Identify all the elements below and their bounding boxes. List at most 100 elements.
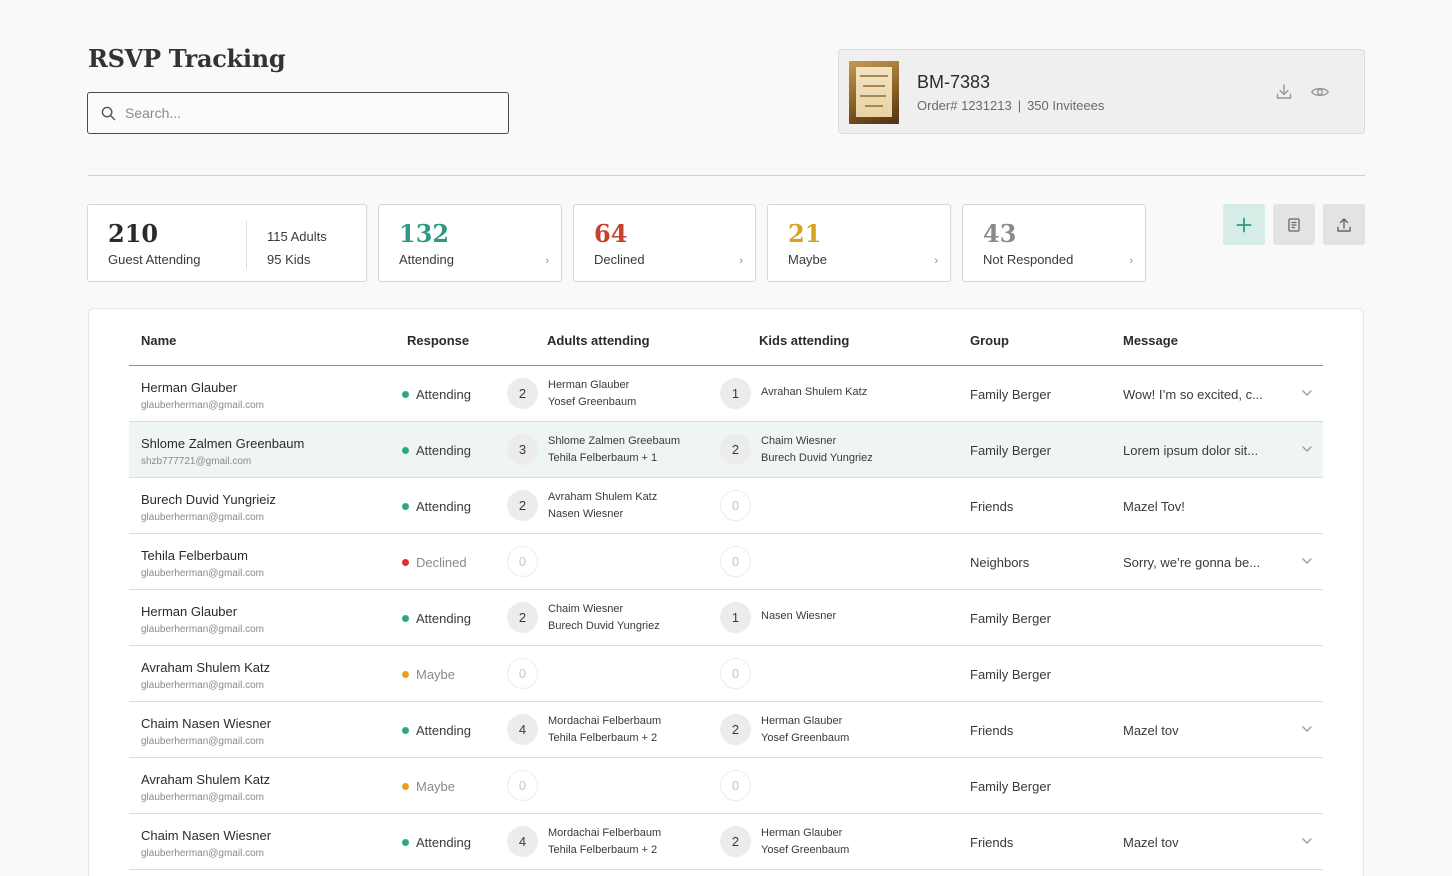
status-dot-icon [402,503,409,510]
chevron-down-icon[interactable] [1301,386,1313,400]
column-header-name[interactable]: Name [141,333,176,348]
eye-icon[interactable] [1310,82,1330,102]
guest-email: glauberherman@gmail.com [141,792,264,803]
status-dot-icon [402,447,409,454]
column-header-adults[interactable]: Adults attending [547,333,650,348]
response-label: Maybe [416,779,456,794]
adult-name: Avraham Shulem Katz [548,491,658,503]
guest-name: Avraham Shulem Katz [141,772,271,787]
adult-name: Tehila Felberbaum + 1 [548,452,658,464]
chevron-right-icon: › [934,255,938,267]
stat-divider [246,221,247,269]
kid-name: Chaim Wiesner [761,435,837,447]
search-icon [101,106,116,120]
response-label: Attending [416,611,471,626]
adults-count-badge: 0 [507,546,538,577]
adults-count-badge: 3 [507,434,538,465]
adults-count-badge: 0 [507,770,538,801]
kid-name: Nasen Wiesner [761,610,837,622]
table-row[interactable]: Chaim Nasen Wiesner glauberherman@gmail.c… [129,702,1323,758]
table-row[interactable]: Herman Glauber glauberherman@gmail.com Att… [129,366,1323,422]
chevron-down-icon[interactable] [1301,442,1313,456]
adults-names: Avraham Shulem Katz Nasen Wiesner [548,489,657,523]
response-label: Declined [416,555,467,570]
kids-count: 95 Kids [267,252,311,267]
invitee-count: 350 Inviteees [1027,98,1105,113]
adult-name: Mordachai Felberbaum [548,715,662,727]
column-header-group[interactable]: Group [970,333,1009,348]
kid-name: Yosef Greenbaum [761,732,850,744]
guest-name: Chaim Nasen Wiesner [141,828,272,843]
search-input[interactable] [125,105,485,121]
invitation-line [863,85,885,87]
rsvp-table: Name Response Adults attending Kids atte… [88,308,1364,876]
add-guest-button[interactable] [1223,204,1265,245]
adults-count-badge: 2 [507,602,538,633]
export-button[interactable] [1323,204,1365,245]
stat-declined[interactable]: 64 Declined › [573,204,756,282]
stat-guest-attending: 210 Guest Attending 115 Adults 95 Kids [87,204,367,282]
order-card: BM-7383 Order# 1231213 | 350 Inviteees [838,49,1365,134]
response-label: Attending [416,723,471,738]
status-dot-icon [402,671,409,678]
response-status: Attending [402,443,471,458]
adults-count-badge: 2 [507,490,538,521]
table-row[interactable]: Chaim Nasen Wiesner glauberherman@gmail.c… [129,814,1323,870]
guest-email: glauberherman@gmail.com [141,680,264,691]
guest-group: Family Berger [970,667,1051,682]
guest-name: Shlome Zalmen Greenbaum [141,436,305,451]
kid-name: Herman Glauber [761,715,843,727]
column-header-message[interactable]: Message [1123,333,1178,348]
order-number: Order# 1231213 [917,98,1012,113]
status-dot-icon [402,727,409,734]
maybe-count: 21 [788,219,822,248]
column-header-kids[interactable]: Kids attending [759,333,849,348]
invitation-thumbnail[interactable] [849,61,899,124]
table-row[interactable]: Tehila Felberbaum glauberherman@gmail.com… [129,534,1323,590]
table-row[interactable]: Avraham Shulem Katz glauberherman@gmail.c… [129,758,1323,814]
search-box[interactable] [87,92,509,134]
chevron-down-icon[interactable] [1301,554,1313,568]
chevron-right-icon: › [1129,255,1133,267]
chevron-down-icon[interactable] [1301,722,1313,736]
table-row[interactable]: Avraham Shulem Katz glauberherman@gmail.c… [129,646,1323,702]
table-row[interactable]: Shlome Zalmen Greenbaum shzb777721@gmail.… [129,422,1323,478]
declined-label: Declined [594,252,645,267]
adult-name: Mordachai Felberbaum [548,827,662,839]
stat-maybe[interactable]: 21 Maybe › [767,204,951,282]
guest-group: Friends [970,723,1014,738]
response-status: Maybe [402,779,455,794]
table-row[interactable]: Herman Glauber glauberherman@gmail.com Att… [129,590,1323,646]
table-row[interactable]: Burech Duvid Yungrieiz glauberherman@gmai… [129,478,1323,534]
separator: | [1017,98,1022,113]
document-button[interactable] [1273,204,1315,245]
adults-names: Herman Glauber Yosef Greenbaum [548,377,636,411]
kids-count-badge: 1 [720,602,751,633]
response-status: Attending [402,835,471,850]
kids-count-badge: 2 [720,434,751,465]
kids-count-badge: 2 [720,826,751,857]
declined-count: 64 [594,219,628,248]
adults-count: 115 Adults [267,229,327,244]
section-divider [88,175,1365,176]
guest-attending-label: Guest Attending [108,252,201,267]
stat-attending[interactable]: 132 Attending › [378,204,562,282]
order-code: BM-7383 [917,72,991,92]
column-header-response[interactable]: Response [407,333,469,348]
upload-icon [1337,217,1351,232]
kid-name: Yosef Greenbaum [761,844,850,856]
kids-names: Chaim Wiesner Burech Duvid Yungriez [761,433,873,467]
guest-email: glauberherman@gmail.com [141,400,264,411]
page-title: RSVP Tracking [88,44,286,73]
attending-label: Attending [399,252,454,267]
document-icon [1288,217,1300,232]
guest-name: Burech Duvid Yungrieiz [141,492,276,507]
adult-name: Burech Duvid Yungriez [548,620,660,632]
not-responded-label: Not Responded [983,252,1074,267]
guest-message: Mazel tov [1123,835,1179,850]
chevron-right-icon: › [545,255,549,267]
response-label: Attending [416,835,471,850]
download-icon[interactable] [1274,82,1294,102]
stat-not-responded[interactable]: 43 Not Responded › [962,204,1146,282]
chevron-down-icon[interactable] [1301,834,1313,848]
